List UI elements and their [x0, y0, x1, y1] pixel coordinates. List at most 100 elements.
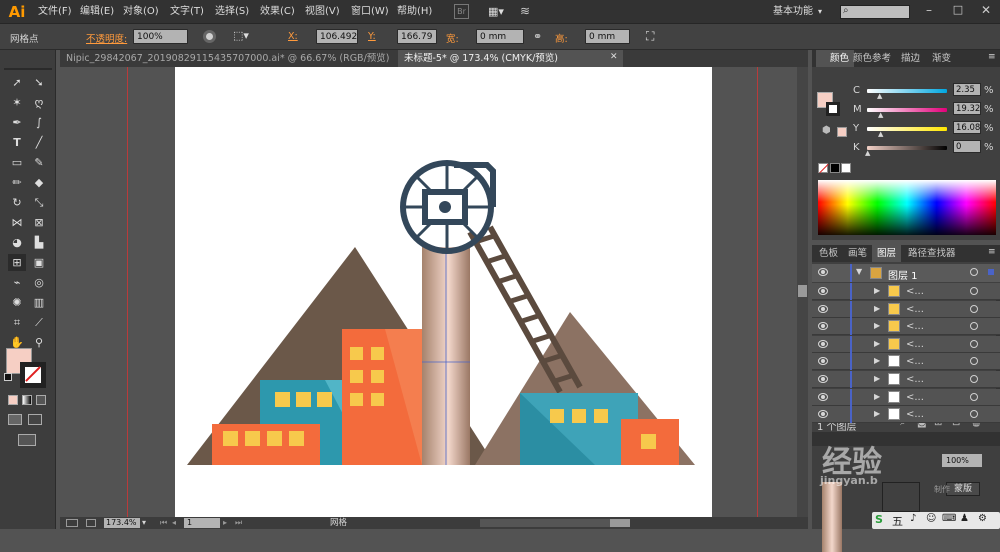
sublayer-row[interactable]: ▶ <... — [812, 406, 1000, 424]
expand-triangle-icon[interactable]: ▶ — [874, 374, 880, 383]
sublayer-row[interactable]: ▶ <... — [812, 388, 1000, 406]
collapse-triangle-icon[interactable]: ▼ — [856, 267, 862, 276]
mine-illustration[interactable] — [175, 67, 712, 517]
channel-k-slider[interactable] — [867, 146, 947, 150]
visibility-eye-icon[interactable] — [818, 375, 828, 383]
menu-object[interactable]: 对象(O) — [123, 0, 159, 24]
channel-m-thumb[interactable]: ▲ — [878, 111, 883, 119]
transform-icon[interactable]: ⛶ — [646, 29, 662, 45]
sublayer-row[interactable]: ▶ <... — [812, 353, 1000, 371]
width-field[interactable]: 0 mm — [476, 29, 524, 44]
sublayer-name[interactable]: <... — [906, 321, 924, 332]
panel-menu-icon[interactable]: ≡ — [988, 52, 996, 62]
lasso-tool-icon[interactable]: ღ — [30, 94, 48, 111]
eyedropper-tool-icon[interactable]: ⌁ — [8, 274, 26, 291]
shape-builder-tool-icon[interactable]: ◕ — [8, 234, 26, 251]
visibility-eye-icon[interactable] — [818, 268, 828, 276]
target-circle-icon[interactable] — [970, 392, 978, 401]
tab-brushes[interactable]: 画笔 — [843, 245, 872, 262]
target-circle-icon[interactable] — [970, 410, 978, 419]
last-artboard-icon[interactable]: ⏭ — [235, 517, 242, 529]
curvature-tool-icon[interactable]: ∫ — [30, 114, 48, 131]
zoom-field[interactable]: 173.4% — [104, 518, 140, 528]
blend-tool-icon[interactable]: ◎ — [30, 274, 48, 291]
arrange-documents-icon[interactable]: ▦▾ — [488, 5, 510, 18]
ime-punct-icon[interactable]: ♪ — [910, 513, 916, 524]
layers-menu-icon[interactable]: ≡ — [988, 247, 996, 257]
sublayer-name[interactable]: <... — [906, 392, 924, 403]
ime-settings-icon[interactable]: ⚙ — [978, 513, 987, 524]
ime-mode-icon[interactable]: 五 — [892, 513, 903, 529]
opacity-label[interactable]: 不透明度: — [86, 31, 127, 45]
eraser-tool-icon[interactable]: ◆ — [30, 174, 48, 191]
stroke-swatch-panel[interactable] — [826, 102, 840, 116]
visibility-eye-icon[interactable] — [818, 339, 828, 348]
maximize-icon[interactable]: □ — [950, 3, 966, 19]
rotate-tool-icon[interactable]: ↻ — [8, 194, 26, 211]
channel-y-field[interactable]: 16.08 — [953, 121, 981, 134]
menu-type[interactable]: 文字(T) — [170, 0, 204, 24]
workspace-switcher[interactable]: 基本功能 — [773, 0, 813, 24]
paintbrush-tool-icon[interactable]: ✎ — [30, 154, 48, 171]
selection-tool-icon[interactable]: ➚ — [8, 74, 26, 91]
bridge-icon[interactable]: Br — [454, 4, 469, 19]
menu-view[interactable]: 视图(V) — [305, 0, 340, 24]
workspace-chevron-icon[interactable]: ▾ — [818, 0, 822, 24]
close-tab-icon[interactable]: ✕ — [610, 52, 618, 62]
expand-triangle-icon[interactable]: ▶ — [874, 321, 880, 330]
menu-window[interactable]: 窗口(W) — [351, 0, 389, 24]
h-scroll-thumb[interactable] — [610, 519, 630, 527]
gradient-mode-icon[interactable] — [22, 395, 32, 405]
expand-triangle-icon[interactable]: ▶ — [874, 392, 880, 401]
visibility-eye-icon[interactable] — [818, 410, 828, 419]
sublayer-name[interactable]: <... — [906, 304, 924, 315]
artboard-number-field[interactable]: 1 — [184, 518, 220, 528]
slice-tool-icon[interactable]: ⟋ — [30, 314, 48, 331]
vertical-scrollbar[interactable] — [797, 67, 808, 517]
next-artboard-icon[interactable]: ▸ — [223, 517, 227, 529]
channel-k-field[interactable]: 0 — [953, 140, 981, 153]
visibility-eye-icon[interactable] — [818, 304, 828, 313]
visibility-eye-icon[interactable] — [818, 357, 828, 366]
sublayer-name[interactable]: <... — [906, 409, 924, 420]
ime-keyboard-icon[interactable]: ⌨ — [942, 513, 956, 524]
minimize-icon[interactable]: – — [921, 3, 937, 19]
sublayer-name[interactable]: <... — [906, 356, 924, 367]
make-mask-button[interactable]: 蒙版 — [946, 482, 980, 496]
ime-user-icon[interactable]: ♟ — [960, 513, 969, 524]
y-label[interactable]: Y: — [368, 31, 376, 42]
width-tool-icon[interactable]: ⋈ — [8, 214, 26, 231]
column-graph-tool-icon[interactable]: ▥ — [30, 294, 48, 311]
sublayer-row[interactable]: ▶ <... — [812, 300, 1000, 318]
first-artboard-icon[interactable]: ⏮ — [160, 517, 167, 529]
scroll-thumb[interactable] — [798, 285, 807, 297]
expand-triangle-icon[interactable]: ▶ — [874, 356, 880, 365]
artboard[interactable] — [175, 67, 712, 517]
expand-triangle-icon[interactable]: ▶ — [874, 304, 880, 313]
expand-triangle-icon[interactable]: ▶ — [874, 409, 880, 418]
out-of-gamut-icon[interactable]: ⬢ — [822, 125, 834, 137]
draw-normal-icon[interactable] — [8, 414, 22, 425]
artboard-nav-icon[interactable] — [66, 519, 78, 527]
free-transform-tool-icon[interactable]: ⊠ — [30, 214, 48, 231]
menu-select[interactable]: 选择(S) — [215, 0, 249, 24]
target-circle-icon[interactable] — [970, 339, 978, 348]
tab-layers[interactable]: 图层 — [872, 245, 902, 262]
sublayer-name[interactable]: <... — [906, 339, 924, 350]
white-swatch[interactable] — [841, 163, 851, 173]
default-colors-icon[interactable] — [4, 373, 12, 381]
opacity-mini-field[interactable]: 100% — [942, 454, 982, 467]
height-field[interactable]: 0 mm — [585, 29, 630, 44]
channel-c-field[interactable]: 2.35 — [953, 83, 981, 96]
rectangle-tool-icon[interactable]: ▭ — [8, 154, 26, 171]
none-color-swatch[interactable] — [818, 163, 829, 174]
recolor-icon[interactable] — [203, 30, 216, 43]
line-tool-icon[interactable]: ╱ — [30, 134, 48, 151]
sublayer-name[interactable]: <... — [906, 286, 924, 297]
tab-untitled-5[interactable]: 未标题-5* @ 173.4% (CMYK/预览) — [398, 50, 623, 67]
canvas[interactable] — [60, 67, 808, 517]
perspective-grid-tool-icon[interactable]: ▙ — [30, 234, 48, 251]
channel-m-field[interactable]: 19.32 — [953, 102, 981, 115]
tab-swatches[interactable]: 色板 — [814, 245, 843, 262]
none-mode-icon[interactable] — [36, 395, 46, 405]
